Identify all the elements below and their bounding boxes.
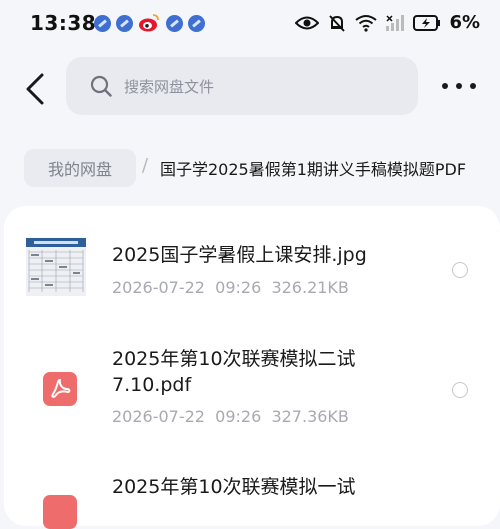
status-bar: 13:38 6%: [0, 0, 500, 46]
battery-percent: 6%: [449, 12, 480, 33]
notification-app-icon: [94, 15, 111, 32]
search-icon: [90, 75, 112, 97]
select-radio[interactable]: [452, 382, 468, 398]
notification-app-icon: [188, 15, 205, 32]
list-item[interactable]: 2025年第10次联赛模拟一试: [4, 441, 500, 529]
system-icons: 6%: [295, 12, 480, 33]
file-name-line-2: 7.10.pdf: [112, 374, 192, 396]
acrobat-icon: [51, 379, 71, 398]
pdf-file-icon: [43, 372, 77, 406]
search-input[interactable]: 搜索网盘文件: [66, 57, 418, 115]
back-arrow-icon[interactable]: [22, 72, 48, 106]
breadcrumb-root[interactable]: 我的网盘: [24, 149, 136, 187]
more-options-icon[interactable]: [442, 77, 476, 95]
breadcrumb-separator: /: [142, 155, 149, 176]
bell-muted-icon: [329, 14, 346, 32]
list-item[interactable]: 2025年第10次联赛模拟二试 7.10.pdf 2026-07-22 09:2…: [4, 316, 500, 441]
list-item[interactable]: 2025国子学暑假上课安排.jpg 2026-07-22 09:26 326.2…: [4, 206, 500, 316]
pdf-file-icon: [43, 495, 77, 529]
file-name: 2025国子学暑假上课安排.jpg: [112, 244, 367, 266]
search-placeholder: 搜索网盘文件: [124, 77, 215, 96]
signal-icon: [386, 14, 405, 31]
file-meta: 2026-07-22 09:26 327.36KB: [112, 407, 349, 426]
eye-icon: [295, 16, 320, 29]
select-radio[interactable]: [452, 262, 468, 278]
wifi-icon: [355, 14, 378, 32]
file-list: 2025国子学暑假上课安排.jpg 2026-07-22 09:26 326.2…: [4, 206, 500, 529]
weibo-icon: [139, 14, 159, 32]
image-thumbnail: [26, 238, 86, 296]
notification-app-icon: [166, 15, 183, 32]
notification-app-icon: [116, 15, 133, 32]
status-time: 13:38: [30, 11, 97, 35]
breadcrumb-current-folder: 国子学2025暑假第1期讲义手稿模拟题PDF: [160, 160, 467, 179]
file-meta: 2026-07-22 09:26 326.21KB: [112, 278, 349, 297]
battery-icon: [413, 14, 441, 31]
file-name-line-1: 2025年第10次联赛模拟一试: [112, 476, 356, 498]
file-name-line-1: 2025年第10次联赛模拟二试: [112, 348, 356, 370]
